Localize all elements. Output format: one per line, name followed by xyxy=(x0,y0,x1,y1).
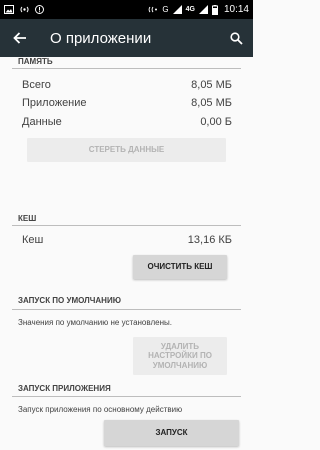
defaults-divider xyxy=(12,309,241,310)
clear-data-label: СТЕРЕТЬ ДАННЫЕ xyxy=(88,145,165,155)
signal-icon-2 xyxy=(198,5,208,14)
image-notification-icon xyxy=(4,5,14,14)
defaults-section-header: ЗАПУСК ПО УМОЛЧАНИЮ xyxy=(18,296,121,305)
remove-defaults-label: УДАЛИТЬ НАСТРОЙКИ ПО УМОЛЧАНИЮ xyxy=(148,341,212,370)
clear-cache-label: ОЧИСТИТЬ КЕШ xyxy=(147,262,213,272)
network-type-label: 4G xyxy=(185,6,195,13)
memory-data-value: 0,00 Б xyxy=(200,116,232,128)
status-bar: G 4G 10:14 xyxy=(0,0,253,19)
status-time: 10:14 xyxy=(223,4,249,15)
memory-total-label: Всего xyxy=(22,79,51,91)
remove-defaults-button[interactable]: УДАЛИТЬ НАСТРОЙКИ ПО УМОЛЧАНИЮ xyxy=(133,337,227,375)
cache-section-header: КЕШ xyxy=(18,214,37,223)
launch-section-header: ЗАПУСК ПРИЛОЖЕНИЯ xyxy=(18,384,111,393)
memory-app-value: 8,05 МБ xyxy=(191,97,232,109)
app-bar: О приложении xyxy=(0,19,253,57)
signal-icon xyxy=(172,5,182,14)
hotspot-icon xyxy=(20,6,29,13)
memory-row-total: Всего 8,05 МБ xyxy=(22,79,232,91)
memory-row-data: Данные 0,00 Б xyxy=(22,116,232,128)
memory-section-header: ПАМЯТЬ xyxy=(18,57,53,66)
search-button[interactable] xyxy=(219,19,253,57)
alert-icon xyxy=(35,5,44,14)
cache-label: Кеш xyxy=(22,234,44,246)
launch-divider xyxy=(12,396,241,397)
app-info-content[interactable]: ПАМЯТЬ Всего 8,05 МБ Приложение 8,05 МБ … xyxy=(0,57,253,450)
memory-app-label: Приложение xyxy=(22,97,87,109)
memory-row-app: Приложение 8,05 МБ xyxy=(22,97,232,109)
memory-total-value: 8,05 МБ xyxy=(191,79,232,91)
clear-data-button[interactable]: СТЕРЕТЬ ДАННЫЕ xyxy=(27,138,226,162)
clear-cache-button[interactable]: ОЧИСТИТЬ КЕШ xyxy=(133,255,227,279)
arrow-back-icon xyxy=(13,32,26,44)
memory-divider xyxy=(12,68,241,69)
back-button[interactable] xyxy=(0,19,40,57)
page-title: О приложении xyxy=(50,29,152,47)
launch-button[interactable]: ЗАПУСК xyxy=(104,420,239,446)
battery-icon xyxy=(211,4,218,15)
g-signal-label: G xyxy=(162,4,169,14)
search-icon xyxy=(229,31,243,45)
cache-row: Кеш 13,16 КБ xyxy=(22,234,232,246)
memory-data-label: Данные xyxy=(22,116,62,128)
defaults-note: Значения по умолчанию не установлены. xyxy=(18,318,172,327)
cache-divider xyxy=(12,225,241,226)
cache-value: 13,16 КБ xyxy=(187,234,232,246)
launch-label: ЗАПУСК xyxy=(155,428,188,438)
nfc-icon xyxy=(149,6,158,13)
launch-note: Запуск приложения по основному действию xyxy=(18,405,183,414)
